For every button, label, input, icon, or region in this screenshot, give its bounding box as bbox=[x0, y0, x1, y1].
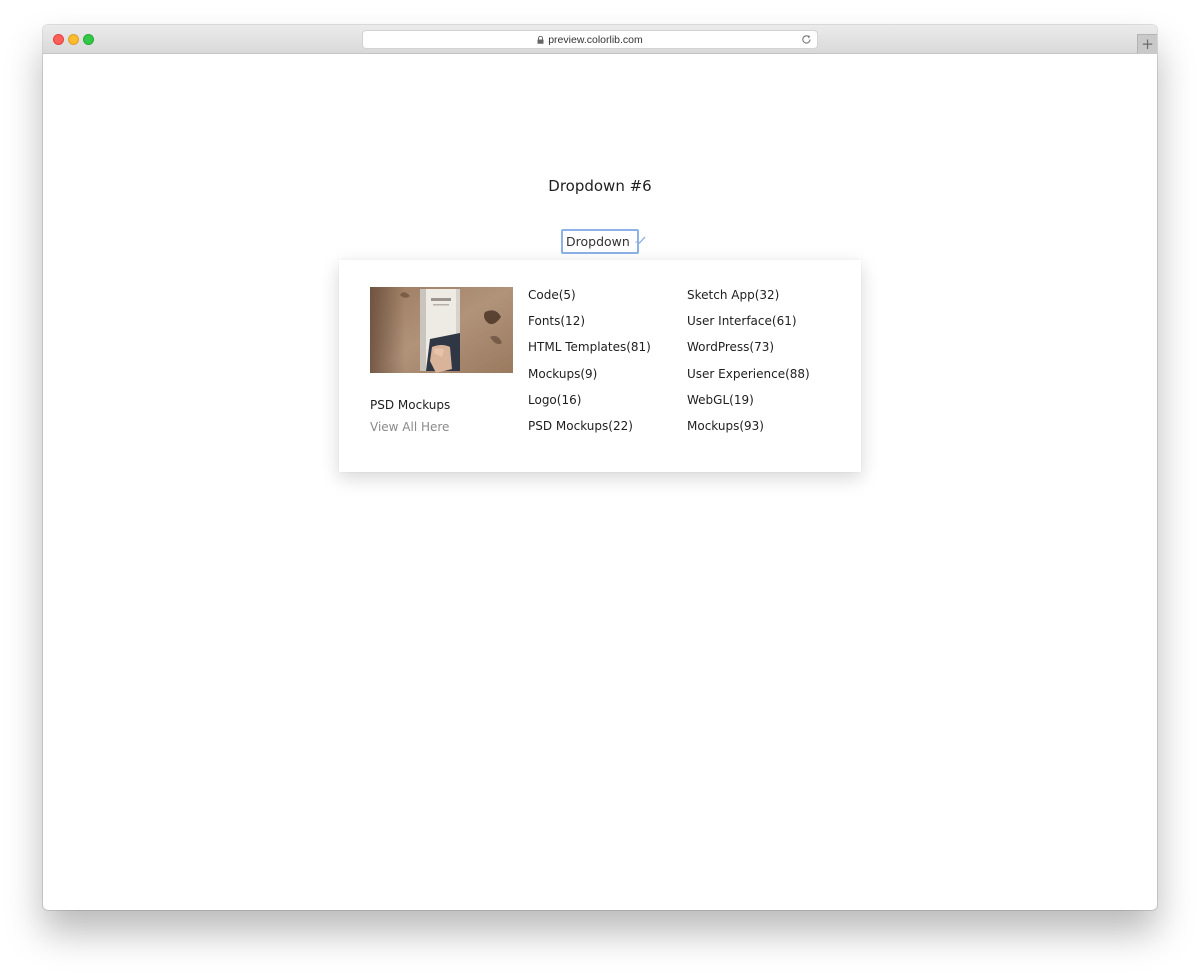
page-title: Dropdown #6 bbox=[548, 177, 652, 195]
dropdown-menu-panel: PSD Mockups View All Here Code(5) Fonts(… bbox=[339, 260, 861, 472]
lock-icon bbox=[537, 35, 544, 44]
minimize-window-button[interactable] bbox=[68, 34, 79, 45]
menu-item[interactable]: Logo(16) bbox=[528, 392, 651, 418]
dropdown-toggle-button[interactable]: Dropdown bbox=[561, 229, 639, 254]
address-url: preview.colorlib.com bbox=[548, 33, 643, 46]
address-bar[interactable]: preview.colorlib.com bbox=[362, 30, 818, 49]
zoom-window-button[interactable] bbox=[83, 34, 94, 45]
focus-tick-icon bbox=[636, 236, 646, 244]
feature-image[interactable] bbox=[370, 287, 513, 373]
browser-window: preview.colorlib.com + Dropdown #6 Dropd… bbox=[43, 25, 1157, 910]
view-all-link[interactable]: View All Here bbox=[370, 420, 449, 434]
menu-item[interactable]: User Interface(61) bbox=[687, 313, 810, 339]
title-bar: preview.colorlib.com + bbox=[43, 25, 1157, 54]
book-mockup-photo bbox=[370, 287, 513, 373]
menu-item[interactable]: Mockups(9) bbox=[528, 366, 651, 392]
menu-item[interactable]: PSD Mockups(22) bbox=[528, 418, 651, 444]
menu-item[interactable]: Fonts(12) bbox=[528, 313, 651, 339]
dropdown-toggle-label: Dropdown bbox=[566, 234, 630, 249]
menu-item[interactable]: Sketch App(32) bbox=[687, 287, 810, 313]
new-tab-button[interactable]: + bbox=[1137, 34, 1157, 54]
menu-item[interactable]: Mockups(93) bbox=[687, 418, 810, 444]
menu-column-2: Sketch App(32) User Interface(61) WordPr… bbox=[687, 287, 810, 444]
menu-item[interactable]: HTML Templates(81) bbox=[528, 339, 651, 365]
menu-item[interactable]: User Experience(88) bbox=[687, 366, 810, 392]
menu-item[interactable]: Code(5) bbox=[528, 287, 651, 313]
menu-item[interactable]: WebGL(19) bbox=[687, 392, 810, 418]
feature-title: PSD Mockups bbox=[370, 398, 451, 412]
close-window-button[interactable] bbox=[53, 34, 64, 45]
menu-column-1: Code(5) Fonts(12) HTML Templates(81) Moc… bbox=[528, 287, 651, 444]
menu-item[interactable]: WordPress(73) bbox=[687, 339, 810, 365]
reload-icon[interactable] bbox=[801, 34, 812, 45]
